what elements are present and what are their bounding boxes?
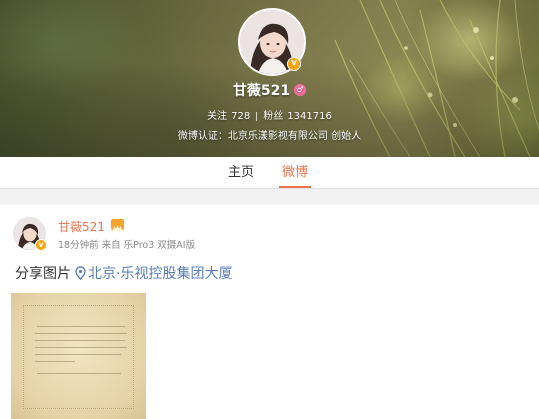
- profile-stats: 关注 728 粉丝 1341716: [0, 107, 539, 122]
- tab-weibo[interactable]: 微博: [278, 157, 312, 188]
- location-text: 北京·乐视控股集团大厦: [88, 266, 233, 282]
- image-border-decoration: [23, 305, 134, 409]
- post-source: 来自 乐Pro3 双摄AI版: [101, 240, 196, 251]
- verified-v-icon: v: [35, 239, 47, 251]
- profile-tabbar: 主页 微博: [0, 157, 539, 189]
- post-time[interactable]: 18分钟前: [58, 240, 99, 251]
- verified-v-icon: v: [287, 57, 301, 71]
- pink-member-icon: ♂: [294, 84, 307, 96]
- location-pin-icon: [75, 266, 86, 280]
- tab-home[interactable]: 主页: [228, 157, 254, 188]
- verification-text: 微博认证：北京乐漾影视有限公司 创始人: [177, 131, 362, 142]
- post-location-link[interactable]: 北京·乐视控股集团大厦: [75, 266, 232, 282]
- follow-link[interactable]: 关注 728: [207, 111, 250, 122]
- post-meta: 18分钟前 来自 乐Pro3 双摄AI版: [58, 237, 195, 251]
- post-author-name[interactable]: 甘薇521: [58, 218, 105, 235]
- vip-crown-icon: [111, 219, 124, 231]
- profile-nickname: 甘薇521 ♂: [0, 80, 539, 100]
- fans-count: 1341716: [287, 111, 332, 122]
- stats-divider: [256, 111, 258, 121]
- fans-link[interactable]: 粉丝 1341716: [263, 111, 332, 122]
- profile-name-text: 甘薇521: [232, 83, 291, 99]
- post-text: 分享图片 北京·乐视控股集团大厦: [15, 263, 232, 283]
- post-body-text: 分享图片: [15, 266, 71, 282]
- follow-count: 728: [231, 111, 251, 122]
- post-image-thumbnail[interactable]: [11, 293, 146, 419]
